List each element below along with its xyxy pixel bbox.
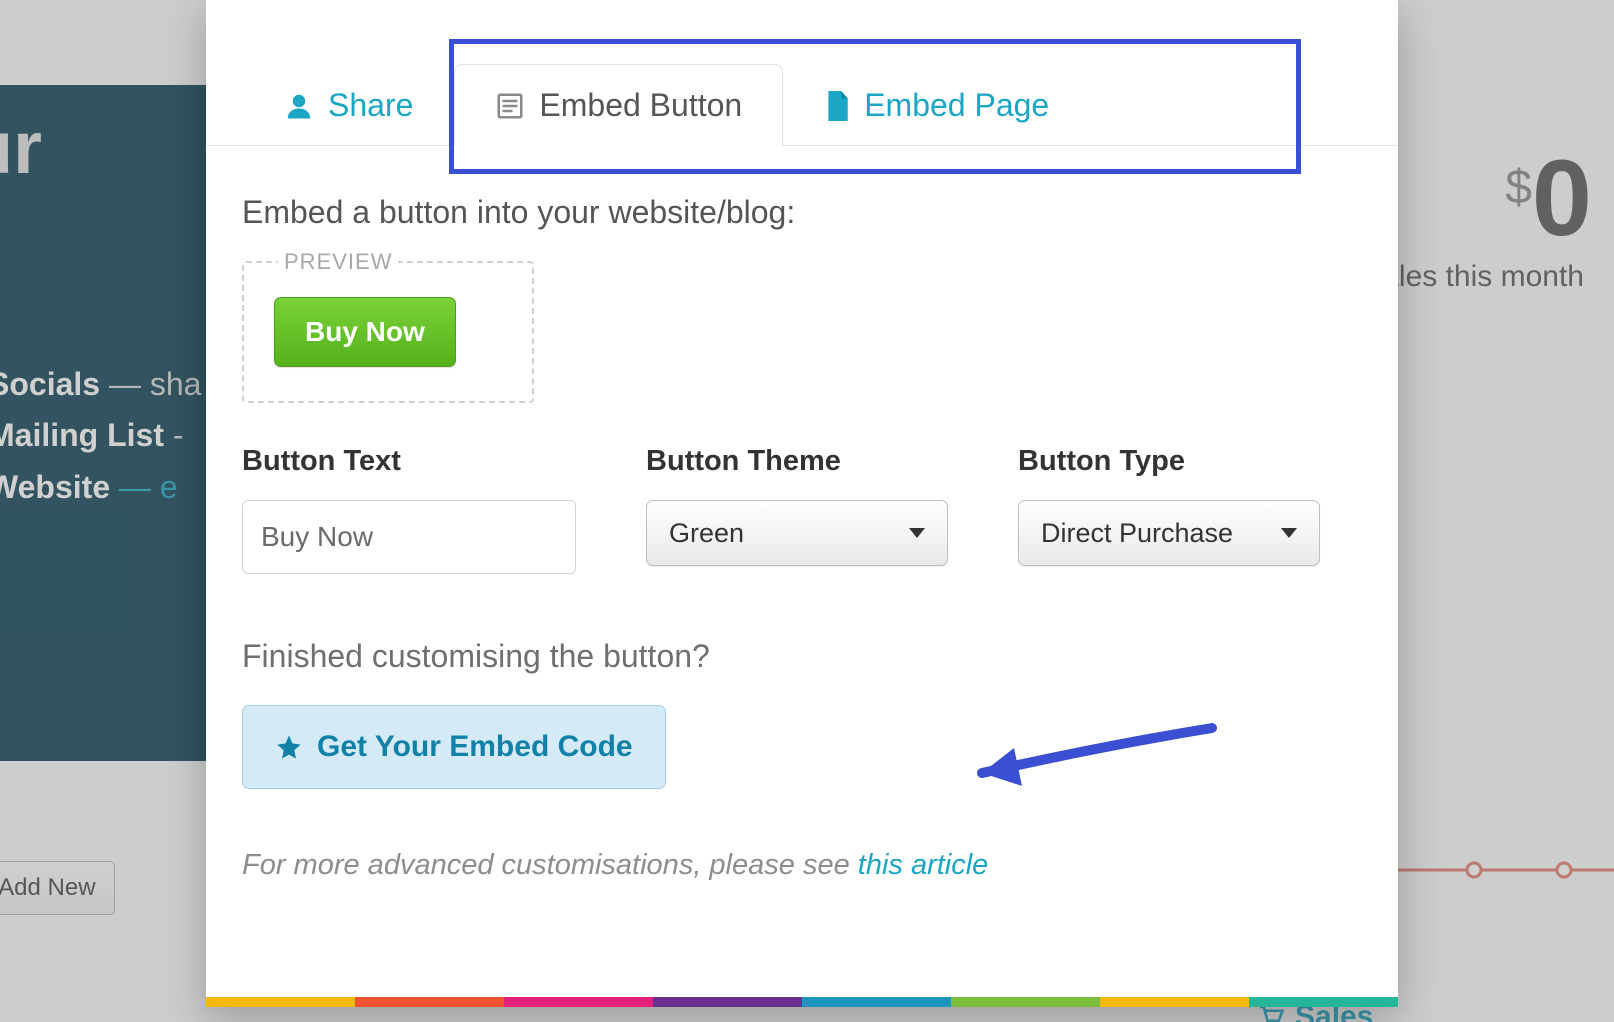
person-icon: [284, 91, 314, 121]
modal-footer-stripe: [206, 997, 1398, 1007]
stripe-seg: [504, 997, 653, 1007]
button-type-value: Direct Purchase: [1041, 518, 1233, 549]
advanced-customisations-note: For more advanced customisations, please…: [242, 849, 1362, 882]
tab-embed-button-label: Embed Button: [539, 87, 742, 124]
stripe-seg: [355, 997, 504, 1007]
button-config-row: Button Text Button Theme Green Button Ty…: [242, 445, 1362, 574]
annotation-arrow: [952, 718, 1232, 798]
tab-share[interactable]: Share: [243, 64, 454, 146]
stripe-seg: [1100, 997, 1249, 1007]
tab-share-label: Share: [328, 87, 413, 124]
form-list-icon: [495, 91, 525, 121]
tab-embed-page-label: Embed Page: [864, 87, 1049, 124]
button-theme-value: Green: [669, 518, 744, 549]
document-icon: [824, 91, 850, 121]
stripe-seg: [206, 997, 355, 1007]
button-type-label: Button Type: [1018, 445, 1320, 478]
stripe-seg: [802, 997, 951, 1007]
this-article-link[interactable]: this article: [858, 849, 989, 881]
button-preview-box: PREVIEW Buy Now: [242, 261, 534, 403]
caret-down-icon: [1281, 528, 1297, 538]
button-text-label: Button Text: [242, 445, 576, 478]
get-embed-code-button[interactable]: Get Your Embed Code: [242, 705, 666, 789]
finished-customising-text: Finished customising the button?: [242, 638, 1362, 675]
caret-down-icon: [909, 528, 925, 538]
star-icon: [275, 733, 303, 761]
modal-tabs: Share Embed Button Embed Page: [206, 64, 1398, 146]
button-text-input[interactable]: [242, 500, 576, 574]
tab-embed-page[interactable]: Embed Page: [783, 64, 1090, 146]
preview-label: PREVIEW: [278, 249, 398, 275]
preview-buy-now-button[interactable]: Buy Now: [274, 297, 456, 367]
button-theme-select[interactable]: Green: [646, 500, 948, 566]
get-embed-code-label: Get Your Embed Code: [317, 730, 633, 764]
tab-embed-button[interactable]: Embed Button: [454, 64, 783, 146]
stripe-seg: [1249, 997, 1398, 1007]
share-embed-modal: Share Embed Button Embed Page Embed a bu…: [206, 0, 1398, 1007]
stripe-seg: [653, 997, 802, 1007]
button-type-select[interactable]: Direct Purchase: [1018, 500, 1320, 566]
embed-heading: Embed a button into your website/blog:: [242, 194, 1362, 231]
stripe-seg: [951, 997, 1100, 1007]
button-theme-label: Button Theme: [646, 445, 948, 478]
